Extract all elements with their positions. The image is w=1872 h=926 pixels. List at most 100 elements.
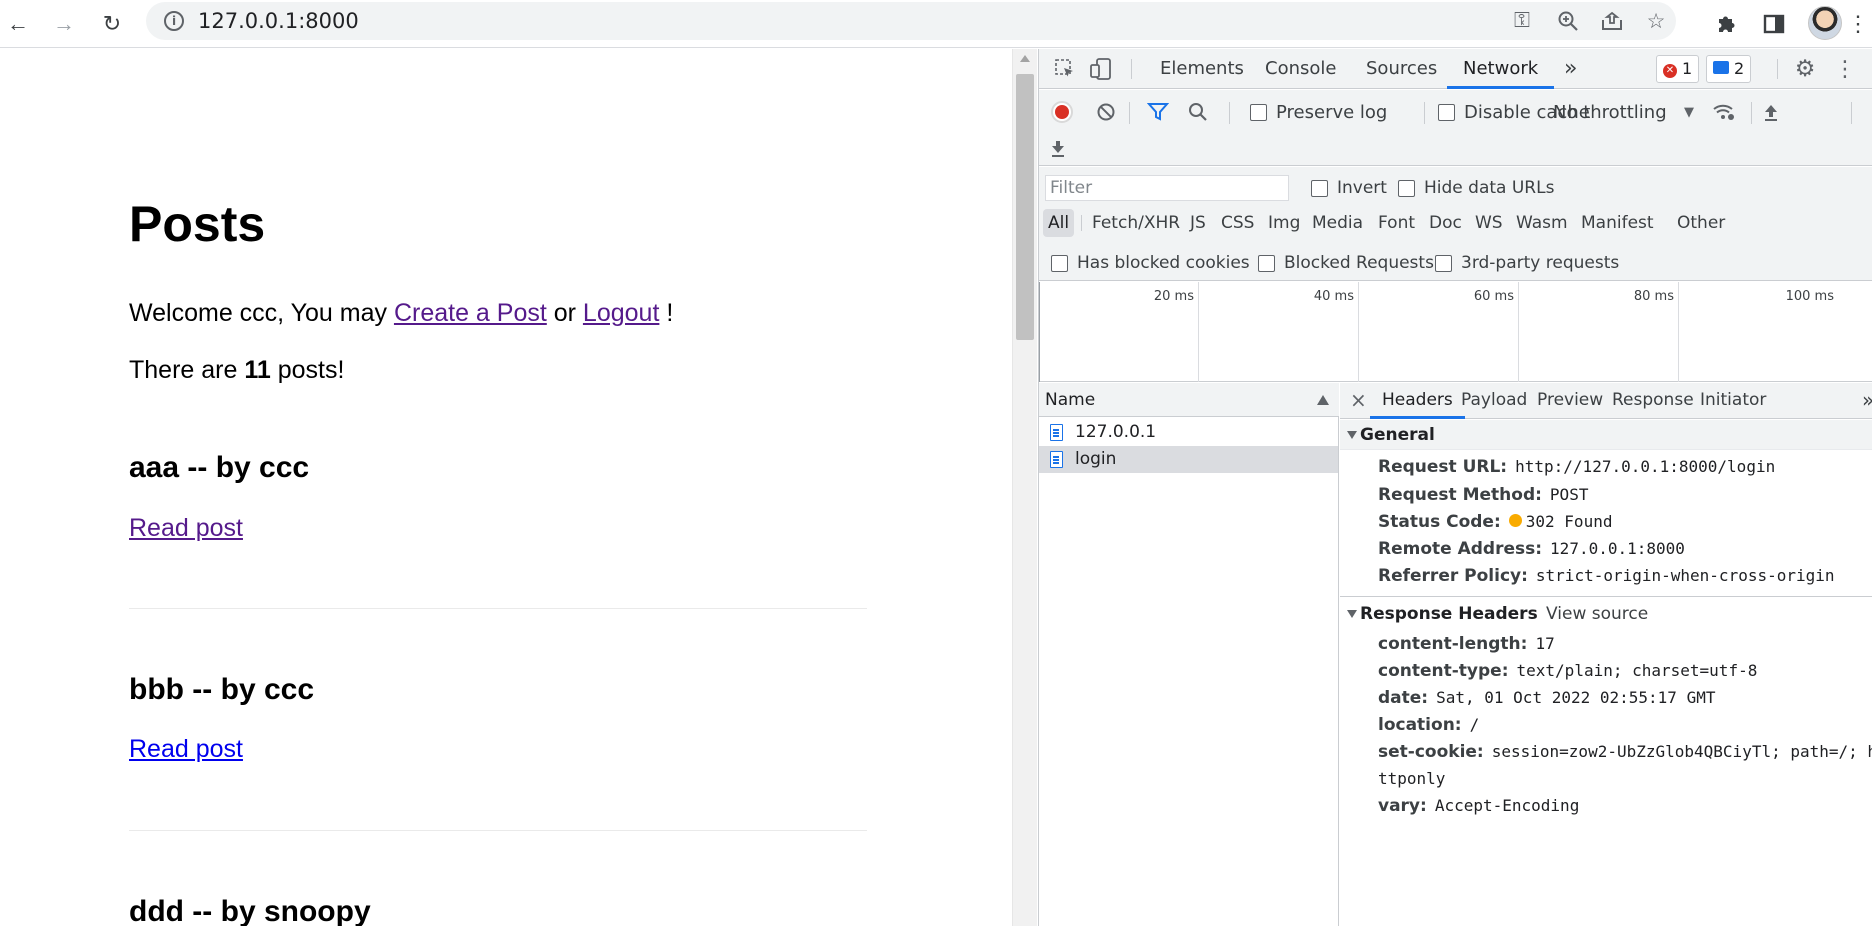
address-bar-url[interactable]: 127.0.0.1:8000 — [198, 9, 359, 33]
export-har-icon[interactable] — [1044, 134, 1072, 162]
type-filter-font[interactable]: Font — [1378, 209, 1415, 237]
browser-toolbar: ← → ↻ i 127.0.0.1:8000 ⚿ ☆ ⋮ — [0, 0, 1872, 48]
header-key: Request URL: — [1378, 457, 1508, 477]
tab-response[interactable]: Response — [1612, 383, 1694, 419]
gear-icon[interactable]: ⚙ — [1791, 55, 1819, 83]
tab-network[interactable]: Network — [1447, 49, 1555, 89]
create-post-link[interactable]: Create a Post — [394, 299, 547, 327]
third-party-requests-label: 3rd-party requests — [1461, 253, 1620, 273]
devtools-tabbar: Elements Console Sources Network » ✕ 1 2 … — [1039, 49, 1872, 89]
has-blocked-cookies-checkbox[interactable]: Has blocked cookies — [1051, 253, 1250, 273]
avatar[interactable] — [1808, 6, 1842, 40]
tab-initiator[interactable]: Initiator — [1700, 383, 1766, 419]
more-detail-tabs-icon[interactable]: » — [1862, 383, 1872, 419]
header-row: Request URL: http://127.0.0.1:8000/login — [1378, 456, 1775, 478]
type-filter-media[interactable]: Media — [1312, 209, 1363, 237]
header-value: strict-origin-when-cross-origin — [1535, 566, 1835, 585]
error-icon: ✕ — [1663, 64, 1677, 78]
filter-input[interactable] — [1045, 175, 1289, 201]
type-filter-css[interactable]: CSS — [1221, 209, 1254, 237]
response-headers-section-header[interactable]: Response Headers View source — [1340, 599, 1872, 629]
tab-console[interactable]: Console — [1265, 49, 1336, 89]
tab-sources[interactable]: Sources — [1366, 49, 1437, 89]
separator — [1424, 102, 1425, 124]
tab-payload[interactable]: Payload — [1461, 383, 1527, 419]
side-panel-icon[interactable] — [1758, 8, 1790, 40]
filter-icon[interactable] — [1144, 98, 1172, 126]
checkbox-box[interactable] — [1250, 104, 1267, 121]
read-post-link[interactable]: Read post — [129, 735, 243, 764]
header-value: text/plain; charset=utf-8 — [1516, 661, 1758, 680]
import-har-icon[interactable] — [1757, 98, 1785, 126]
hide-data-urls-checkbox[interactable]: Hide data URLs — [1398, 178, 1554, 198]
key-icon[interactable]: ⚿ — [1508, 7, 1536, 35]
name-column-header[interactable]: Name — [1039, 383, 1339, 417]
star-icon[interactable]: ☆ — [1642, 7, 1670, 35]
throttling-select[interactable]: No throttling — [1553, 102, 1667, 123]
checkbox-box[interactable] — [1435, 254, 1452, 272]
record-button[interactable] — [1051, 101, 1073, 123]
timeline-gridline — [1358, 282, 1359, 382]
general-section-header[interactable]: General — [1340, 420, 1872, 450]
scroll-up-icon[interactable] — [1020, 55, 1030, 62]
page-scrollbar[interactable] — [1012, 49, 1037, 926]
sort-ascending-icon[interactable] — [1317, 395, 1329, 405]
invert-checkbox[interactable]: Invert — [1311, 178, 1387, 198]
address-bar[interactable]: i 127.0.0.1:8000 ⚿ ☆ — [146, 2, 1676, 40]
forward-button[interactable]: → — [48, 8, 80, 40]
message-badge[interactable]: 2 — [1706, 55, 1752, 83]
header-row: content-length: 17 — [1378, 633, 1555, 655]
general-section-title: General — [1360, 425, 1435, 445]
more-tabs-icon[interactable]: » — [1564, 49, 1577, 89]
separator — [1129, 102, 1130, 124]
message-count: 2 — [1734, 59, 1745, 78]
share-icon[interactable] — [1598, 7, 1626, 35]
type-filter-wasm[interactable]: Wasm — [1516, 209, 1568, 237]
type-filter-other[interactable]: Other — [1677, 209, 1725, 237]
network-conditions-icon[interactable] — [1710, 98, 1738, 126]
tab-elements[interactable]: Elements — [1160, 49, 1244, 89]
network-timeline-overview[interactable]: 20 ms 40 ms 60 ms 80 ms 100 ms — [1039, 282, 1872, 382]
back-button[interactable]: ← — [2, 8, 34, 40]
checkbox-box[interactable] — [1438, 104, 1455, 121]
zoom-icon[interactable] — [1554, 7, 1582, 35]
chevron-down-icon[interactable]: ▼ — [1675, 98, 1703, 126]
type-filter-manifest[interactable]: Manifest — [1581, 209, 1654, 237]
header-value: session=zow2-UbZzGlob4QBCiyTl; path=/; h — [1491, 742, 1872, 761]
checkbox-box[interactable] — [1398, 179, 1415, 197]
section-divider — [1340, 596, 1872, 597]
checkbox-box[interactable] — [1051, 254, 1068, 272]
error-badge[interactable]: ✕ 1 — [1656, 55, 1700, 83]
type-filter-js[interactable]: JS — [1190, 209, 1206, 237]
timeline-gridline — [1518, 282, 1519, 382]
type-filter-ws[interactable]: WS — [1475, 209, 1503, 237]
kebab-menu-icon[interactable]: ⋮ — [1846, 8, 1870, 40]
kebab-menu-icon[interactable]: ⋮ — [1831, 55, 1859, 83]
logout-link[interactable]: Logout — [583, 299, 659, 327]
checkbox-box[interactable] — [1258, 254, 1275, 272]
checkbox-box[interactable] — [1311, 179, 1328, 197]
header-key: Status Code: — [1378, 512, 1501, 532]
puzzle-icon[interactable] — [1710, 8, 1742, 40]
type-filter-doc[interactable]: Doc — [1429, 209, 1462, 237]
type-filter-img[interactable]: Img — [1268, 209, 1300, 237]
request-row-127-0-0-1[interactable]: 127.0.0.1 — [1039, 419, 1338, 446]
preserve-log-checkbox[interactable]: Preserve log — [1250, 102, 1387, 123]
blocked-requests-checkbox[interactable]: Blocked Requests — [1258, 253, 1434, 273]
request-row-login[interactable]: login — [1039, 446, 1338, 473]
tab-headers[interactable]: Headers — [1370, 383, 1465, 419]
info-icon[interactable]: i — [164, 11, 184, 31]
view-source-link[interactable]: View source — [1546, 599, 1648, 629]
scrollbar-thumb[interactable] — [1016, 74, 1034, 340]
type-filter-fetch-xhr[interactable]: Fetch/XHR — [1092, 209, 1180, 237]
search-icon[interactable] — [1184, 98, 1212, 126]
tab-preview[interactable]: Preview — [1537, 383, 1603, 419]
close-icon[interactable]: × — [1350, 383, 1367, 419]
type-filter-all[interactable]: All — [1043, 209, 1075, 237]
read-post-link[interactable]: Read post — [129, 514, 243, 543]
third-party-requests-checkbox[interactable]: 3rd-party requests — [1435, 253, 1619, 273]
inspect-element-icon[interactable] — [1051, 55, 1079, 83]
device-toolbar-icon[interactable] — [1087, 55, 1115, 83]
reload-button[interactable]: ↻ — [96, 8, 128, 40]
clear-icon[interactable] — [1092, 98, 1120, 126]
